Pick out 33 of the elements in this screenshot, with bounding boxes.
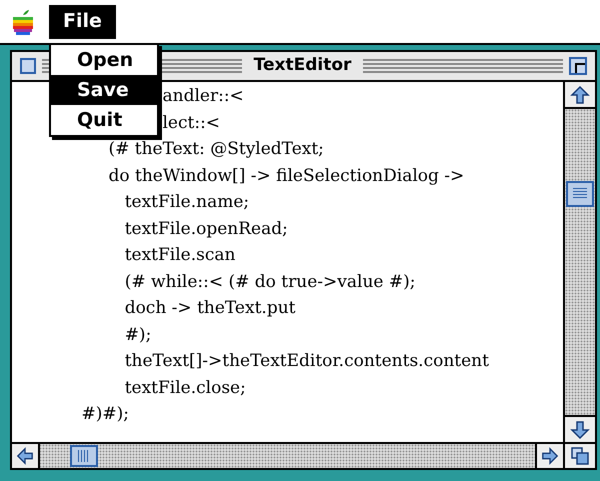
menu-item[interactable]: Save <box>51 75 157 105</box>
right-arrow-icon <box>541 447 559 465</box>
window-title: TextEditor <box>252 54 352 78</box>
code-line: (# theText: @StyledText; <box>108 139 324 159</box>
resize-icon <box>571 447 589 465</box>
left-arrow-icon <box>16 447 34 465</box>
horizontal-scrollbar[interactable] <box>12 444 563 468</box>
code-line: textFile.close; <box>124 378 246 398</box>
menu-title[interactable]: File <box>49 4 116 38</box>
code-line: textFile.name; <box>124 192 250 212</box>
vertical-scrollbar[interactable] <box>563 82 595 442</box>
code-line: lect::< <box>162 112 220 132</box>
apple-logo-icon[interactable] <box>12 8 34 34</box>
resize-box[interactable] <box>563 444 595 468</box>
code-line: (# while::< (# do true->value #); <box>124 272 416 292</box>
scroll-thumb[interactable] <box>566 181 594 207</box>
code-line: #); <box>124 324 152 344</box>
scroll-up-button[interactable] <box>565 82 595 109</box>
scroll-thumb[interactable] <box>70 445 98 467</box>
code-line: andler::< <box>162 86 244 106</box>
code-line: do theWindow[] -> fileSelectionDialog -> <box>108 166 464 186</box>
zoom-box[interactable] <box>569 57 588 75</box>
code-line: theText[]->theTextEditor.contents.content <box>124 351 489 371</box>
code-line: doch -> theText.put <box>124 298 296 318</box>
code-line: textFile.scan <box>124 245 236 265</box>
down-arrow-icon <box>570 420 590 440</box>
close-box[interactable] <box>20 58 36 74</box>
scroll-down-button[interactable] <box>565 415 595 442</box>
scroll-right-button[interactable] <box>535 444 563 468</box>
up-arrow-icon <box>570 84 590 104</box>
scroll-left-button[interactable] <box>12 444 40 468</box>
code-line: #)#); <box>81 404 129 424</box>
code-line: textFile.openRead; <box>124 218 288 238</box>
